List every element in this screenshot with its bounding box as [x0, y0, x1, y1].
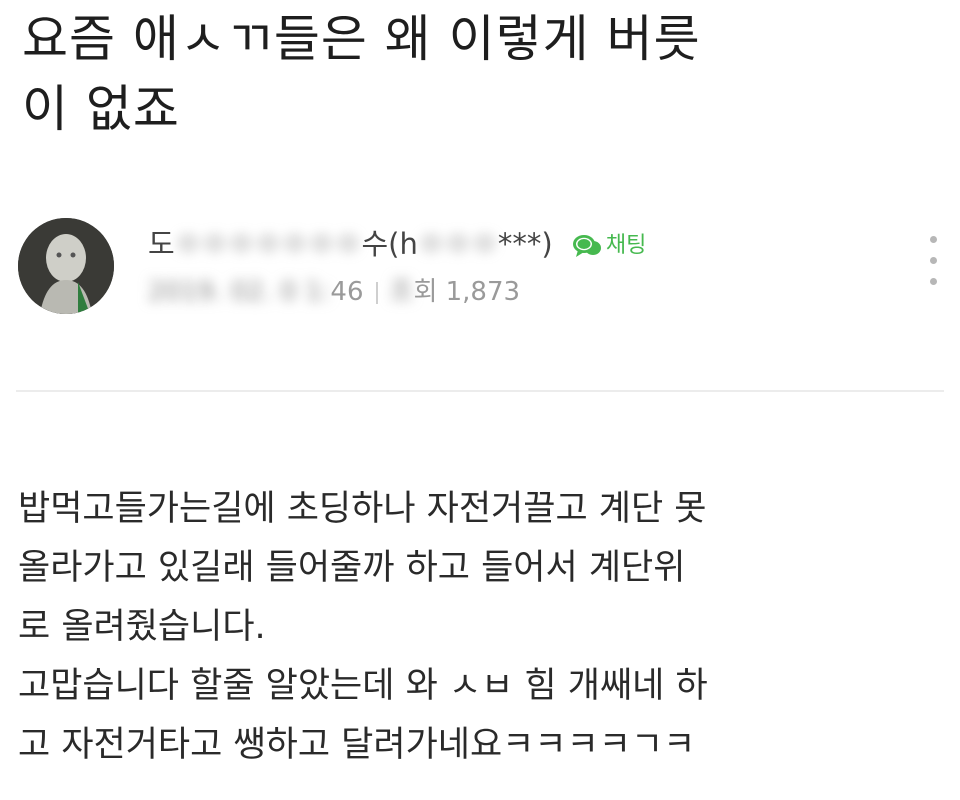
- chat-label: 채팅: [605, 233, 647, 258]
- body-line: 올라가고 있길래 들어줄까 하고 들어서 계단위: [18, 548, 686, 588]
- post-title: 요즘 애ㅅㄲ들은 왜 이렇게 버릇 이 없죠: [22, 4, 922, 144]
- author-id-redacted: ㅇㅇㅇ: [417, 227, 498, 261]
- post-meta: 2019. 02. 0 1:46 조회 1,873: [148, 274, 520, 310]
- post-date-suffix: 46: [330, 277, 364, 307]
- author-name-redacted: ㅇㅇㅇㅇㅇㅇㅇ: [174, 227, 362, 261]
- author-info: 도ㅇㅇㅇㅇㅇㅇㅇ수(hㅇㅇㅇ***) 채팅 2019. 02. 0 1:46 조회…: [18, 214, 948, 324]
- dot-icon: [929, 236, 937, 243]
- author-name-first: 도: [148, 227, 175, 261]
- author-name[interactable]: 도ㅇㅇㅇㅇㅇㅇㅇ수(hㅇㅇㅇ***) 채팅: [148, 224, 646, 266]
- speech-bubble-icon: [572, 235, 601, 257]
- dot-icon: [929, 257, 937, 264]
- author-name-last: 수(h: [361, 227, 418, 261]
- avatar[interactable]: [18, 218, 114, 314]
- views-prefix-redacted: 조: [389, 277, 414, 307]
- dot-icon: [929, 278, 937, 285]
- body-line: 고 자전거타고 쌩하고 달려가네요ㅋㅋㅋㅋㄱㅋ: [18, 725, 696, 765]
- post-body: 밥먹고들가는길에 초딩하나 자전거끌고 계단 못 올라가고 있길래 들어줄까 하…: [18, 480, 948, 775]
- body-line: 고맙습니다 할줄 알았는데 와 ㅅㅂ 힘 개쌔네 하: [18, 666, 708, 706]
- post-date-redacted: 2019. 02. 0 1:: [148, 277, 331, 307]
- body-line: 로 올려줬습니다.: [18, 607, 266, 647]
- post-title-line-1: 요즘 애ㅅㄲ들은 왜 이렇게 버릇: [22, 10, 701, 68]
- post-title-line-2: 이 없죠: [22, 80, 180, 138]
- meta-divider: [375, 281, 378, 304]
- author-id-suffix: ***): [497, 227, 553, 261]
- chat-button[interactable]: 채팅: [572, 226, 646, 266]
- content-divider: [16, 390, 944, 392]
- more-options-button[interactable]: [918, 236, 948, 296]
- view-count: 회 1,873: [413, 277, 521, 307]
- body-line: 밥먹고들가는길에 초딩하나 자전거끌고 계단 못: [18, 489, 707, 529]
